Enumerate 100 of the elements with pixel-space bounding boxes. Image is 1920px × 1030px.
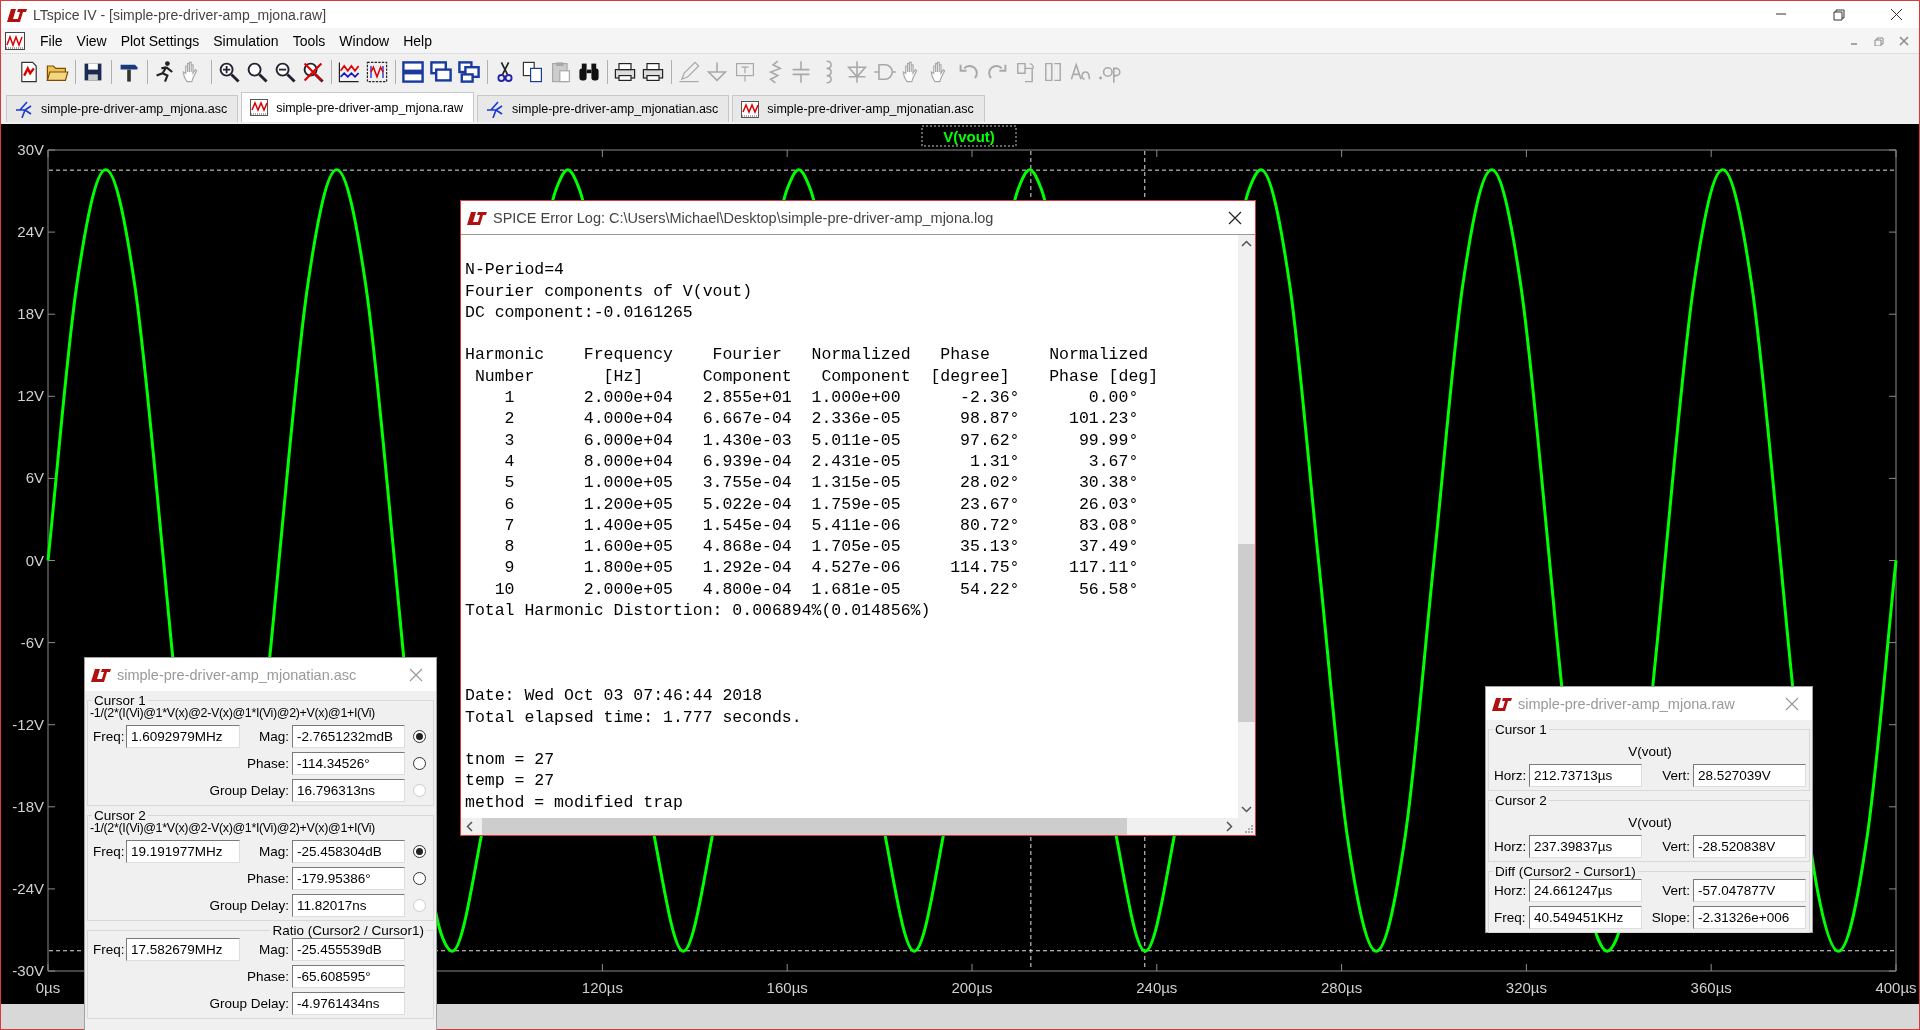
printer-icon[interactable] [641, 60, 665, 84]
axis-label: -18V [12, 797, 44, 815]
axis-label: 18V [17, 305, 44, 323]
app-icon[interactable] [5, 31, 25, 50]
trace-name: V(vout) [1628, 744, 1672, 760]
window-title: simple-pre-driver-amp_mjona.raw [1518, 695, 1735, 712]
tile-horizontal-icon[interactable] [401, 60, 425, 84]
log-line: Harmonic Frequency Fourier Normalized Phase Normalized [465, 344, 1150, 366]
menu-item[interactable]: Plot Settings [113, 30, 207, 51]
axis-label: -24V [12, 879, 44, 897]
field-label: Freq: [1494, 910, 1526, 925]
expression-text: -1/(2*(I(Vi)@1*V(x)@2-V(x)@1*I(Vi)@2)+V(x)@1+I(Vi) [90, 705, 376, 721]
menu-item[interactable]: View [69, 30, 114, 51]
axis-label: -12V [12, 715, 44, 733]
group-label: Cursor 1 [1494, 722, 1548, 737]
close-icon[interactable] [1889, 8, 1903, 21]
menu-item[interactable]: Tools [285, 30, 333, 51]
field-label: Mag: [259, 844, 289, 859]
axis-label: 360µs [1690, 979, 1732, 996]
waveform-icon [250, 99, 269, 116]
axis-label: 0V [25, 551, 44, 569]
field-label: Vert: [1662, 768, 1690, 783]
axis-label: 30V [17, 141, 44, 158]
log-line: 4 8.000e+04 6.939e-04 2.431e-05 1.31° 3.67° [503, 450, 1140, 473]
field-label: Group Delay: [209, 783, 289, 798]
field-label: Freq: [93, 729, 123, 744]
menu-item[interactable]: Simulation [206, 30, 286, 51]
crossed-magnifier-icon[interactable] [301, 60, 325, 84]
axis-label: -30V [12, 962, 44, 979]
log-line: 3 6.000e+04 1.430e-03 5.011e-05 97.62° 99.99° [503, 429, 1140, 451]
field-label: Mag: [259, 942, 289, 957]
log-line: Fourier components of V(vout) [465, 280, 754, 302]
log-line: DC component:-0.0161265 [465, 301, 694, 324]
schematic-icon [486, 100, 505, 118]
axis-label: 120µs [581, 979, 623, 996]
log-line: 1 2.000e+04 2.855e+01 1.000e+00 -2.36° 0.00° [503, 387, 1140, 409]
field-label: Vert: [1662, 883, 1690, 898]
tab[interactable]: simple-pre-driver-amp_mjona.asc [6, 95, 239, 122]
axis-label: 320µs [1505, 979, 1547, 996]
field-label: Slope: [1651, 910, 1690, 925]
window-title: SPICE Error Log: C:\Users\Michael\Desktop\simple-pre-driver-amp_mjona.log [493, 209, 994, 226]
logo-icon [1492, 695, 1512, 712]
close-icon[interactable] [1228, 210, 1242, 225]
log-line: method = modified trap [465, 791, 684, 813]
zoom-in-icon[interactable] [217, 60, 241, 84]
tab[interactable]: simple-pre-driver-amp_mjona.raw [241, 92, 475, 122]
field-label: Horz: [1494, 768, 1526, 783]
waveform-frame-icon[interactable] [365, 60, 389, 84]
tab[interactable]: simple-pre-driver-amp_mjonatian.asc [732, 95, 985, 122]
group-label: Cursor 2 [1494, 793, 1548, 808]
field-label: Phase: [246, 871, 289, 886]
log-line: 8 1.600e+05 4.868e-04 1.705e-05 35.13° 37.49° [503, 536, 1140, 558]
group-label: Cursor 1 [93, 693, 147, 708]
field-label: Phase: [246, 969, 289, 984]
axis-label: 160µs [766, 979, 808, 996]
field-label: Horz: [1494, 883, 1526, 898]
log-line: 6 1.200e+05 5.022e-04 1.759e-05 23.67° 26.03° [503, 493, 1140, 515]
restore-icon[interactable] [1831, 8, 1845, 21]
menu-item[interactable]: Window [332, 30, 397, 51]
window-title: simple-pre-driver-amp_mjonatian.asc [117, 666, 357, 683]
magnifier-icon[interactable] [245, 60, 269, 84]
log-line: Total elapsed time: 1.777 seconds. [465, 706, 803, 728]
scroll-thumb[interactable] [482, 818, 1127, 835]
field-label: Vert: [1662, 839, 1690, 854]
log-line: Total Harmonic Distortion: 0.006894%(0.014856%) [465, 600, 932, 622]
tile-windows-icon[interactable] [457, 60, 481, 84]
axis-label: 280µs [1321, 979, 1363, 996]
waveform-icon [741, 100, 760, 118]
menu-item[interactable]: Help [396, 30, 439, 51]
scroll-thumb[interactable] [1238, 544, 1255, 722]
log-line: 7 1.400e+05 1.545e-04 5.411e-06 80.72° 83.08° [503, 514, 1140, 537]
axis-label: 400µs [1875, 979, 1917, 996]
field-label: Phase: [246, 756, 289, 771]
axis-label: 0µs [35, 979, 61, 996]
log-line: 5 1.000e+05 3.755e-04 1.315e-05 28.02° 30.38° [503, 472, 1140, 494]
group-label: Diff (Cursor2 - Cursor1) [1494, 864, 1637, 879]
logo-icon [467, 209, 487, 226]
axis-label: 240µs [1136, 979, 1178, 996]
field-label: Freq: [93, 844, 123, 859]
cascade-windows-icon[interactable] [429, 60, 453, 84]
field-label: Freq: [93, 942, 123, 957]
axis-label: 200µs [951, 979, 993, 996]
axis-label: 12V [17, 387, 44, 405]
log-line: N-Period=4 [465, 259, 566, 281]
field-label: Group Delay: [209, 996, 289, 1011]
axis-label: 6V [25, 469, 44, 487]
window-title: LTspice IV - [simple-pre-driver-amp_mjona.raw] [33, 6, 327, 23]
log-line: tnom = 27 [465, 749, 556, 771]
copy-icon[interactable] [521, 60, 545, 84]
logo-icon [7, 6, 27, 23]
schematic-icon [15, 100, 33, 118]
waveform-icon[interactable] [337, 60, 361, 84]
log-line: 10 2.000e+05 4.800e-04 1.681e-05 54.22° 56.58° [493, 578, 1140, 601]
zoom-out-icon[interactable] [273, 60, 297, 84]
tab[interactable]: simple-pre-driver-amp_mjonatian.asc [477, 95, 730, 122]
menu-item[interactable]: File [33, 30, 70, 51]
field-label: Group Delay: [209, 898, 289, 913]
trace-label[interactable]: V(vout) [921, 125, 1017, 147]
printer-icon[interactable] [613, 60, 637, 84]
expression-text: -1/(2*(I(Vi)@1*V(x)@2-V(x)@1*I(Vi)@2)+V(x)@1+I(Vi) [90, 820, 376, 836]
